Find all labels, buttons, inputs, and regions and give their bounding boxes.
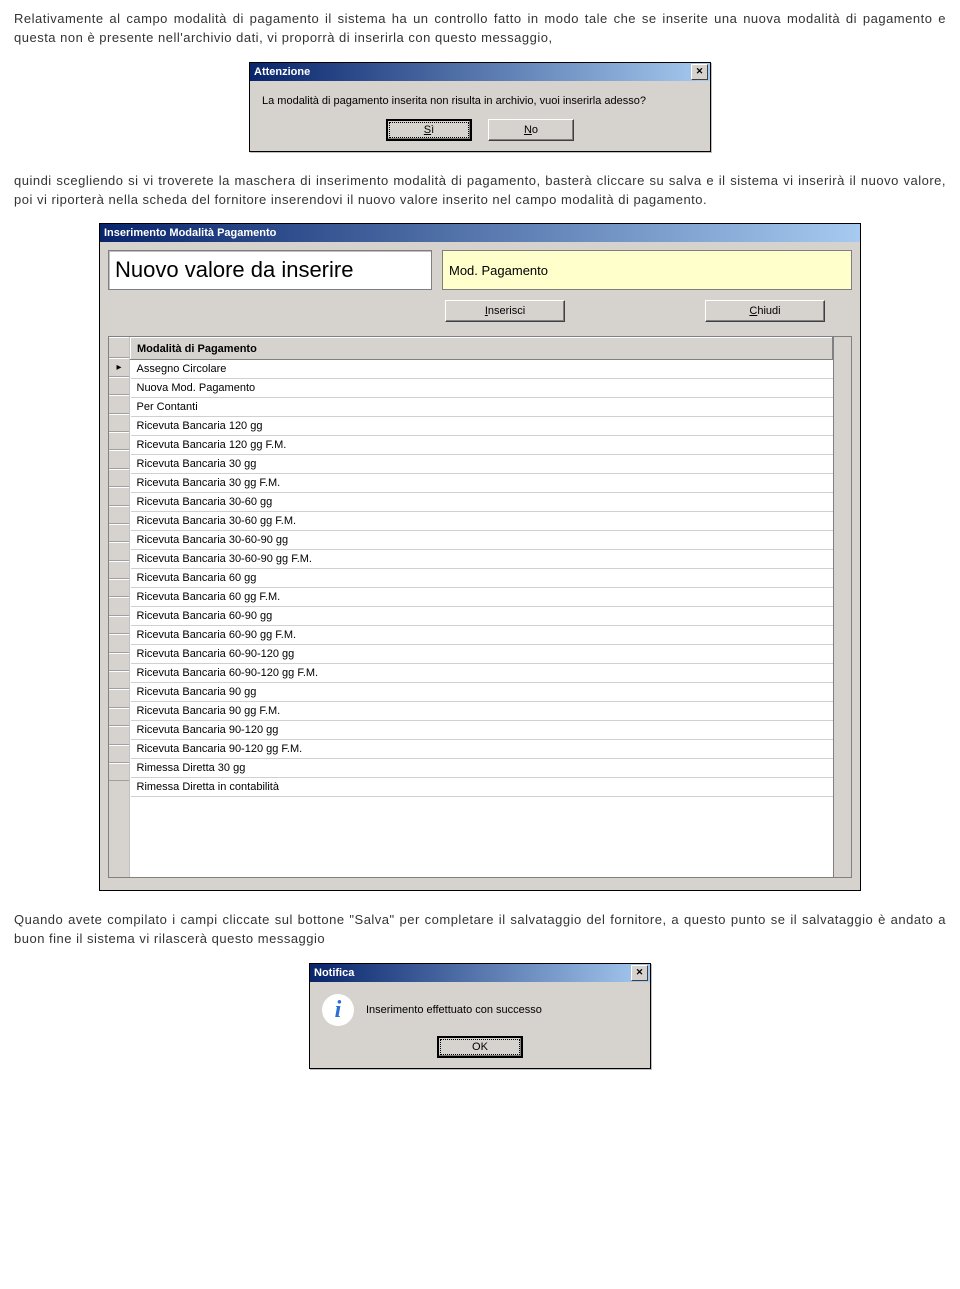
grid-header[interactable]: Modalità di Pagamento xyxy=(131,338,833,360)
close-icon[interactable]: ✕ xyxy=(691,64,708,80)
table-row[interactable]: Ricevuta Bancaria 60 gg F.M. xyxy=(131,588,833,607)
row-marker[interactable] xyxy=(109,432,129,450)
row-marker[interactable] xyxy=(109,469,129,487)
row-marker[interactable] xyxy=(109,689,129,707)
table-row[interactable]: Ricevuta Bancaria 30 gg F.M. xyxy=(131,474,833,493)
table-row[interactable]: Rimessa Diretta 30 gg xyxy=(131,759,833,778)
grid-cell[interactable]: Ricevuta Bancaria 30-60-90 gg xyxy=(131,531,833,550)
grid-cell[interactable]: Assegno Circolare xyxy=(131,360,833,379)
row-marker[interactable] xyxy=(109,653,129,671)
row-marker[interactable] xyxy=(109,377,129,395)
table-row[interactable]: Assegno Circolare xyxy=(131,360,833,379)
row-marker[interactable] xyxy=(109,579,129,597)
paragraph-1: Relativamente al campo modalità di pagam… xyxy=(14,10,946,48)
row-marker[interactable] xyxy=(109,634,129,652)
grid-cell[interactable]: Ricevuta Bancaria 30 gg F.M. xyxy=(131,474,833,493)
mod-pagamento-input[interactable]: Mod. Pagamento xyxy=(442,250,852,290)
nuovo-valore-label-field: Nuovo valore da inserire xyxy=(108,250,432,290)
grid-cell[interactable]: Ricevuta Bancaria 120 gg xyxy=(131,417,833,436)
table-row[interactable]: Ricevuta Bancaria 90 gg xyxy=(131,683,833,702)
grid-cell[interactable]: Ricevuta Bancaria 60-90 gg F.M. xyxy=(131,626,833,645)
table-row[interactable]: Ricevuta Bancaria 30-60 gg F.M. xyxy=(131,512,833,531)
table-row[interactable]: Ricevuta Bancaria 60-90-120 gg F.M. xyxy=(131,664,833,683)
close-icon[interactable]: ✕ xyxy=(631,965,648,981)
info-icon: i xyxy=(322,994,354,1026)
table-row[interactable]: Ricevuta Bancaria 60 gg xyxy=(131,569,833,588)
grid-cell[interactable]: Ricevuta Bancaria 90 gg xyxy=(131,683,833,702)
no-button[interactable]: No xyxy=(488,119,574,141)
grid-cell[interactable]: Ricevuta Bancaria 30 gg xyxy=(131,455,833,474)
row-marker[interactable] xyxy=(109,616,129,634)
table-row[interactable]: Ricevuta Bancaria 30-60-90 gg xyxy=(131,531,833,550)
row-marker[interactable] xyxy=(109,726,129,744)
table-row[interactable]: Ricevuta Bancaria 60-90-120 gg xyxy=(131,645,833,664)
table-row[interactable]: Per Contanti xyxy=(131,398,833,417)
table-row[interactable]: Ricevuta Bancaria 120 gg xyxy=(131,417,833,436)
si-button[interactable]: Sì xyxy=(386,119,472,141)
row-marker[interactable] xyxy=(109,450,129,468)
row-marker[interactable]: ▸ xyxy=(109,358,129,376)
row-marker[interactable] xyxy=(109,745,129,763)
grid-cell[interactable]: Ricevuta Bancaria 60 gg F.M. xyxy=(131,588,833,607)
dialog-title: Attenzione xyxy=(254,66,310,78)
table-row[interactable]: Ricevuta Bancaria 60-90 gg xyxy=(131,607,833,626)
titlebar-insmod[interactable]: Inserimento Modalità Pagamento xyxy=(100,224,860,242)
grid-cell[interactable]: Ricevuta Bancaria 60-90-120 gg xyxy=(131,645,833,664)
table-row[interactable]: Ricevuta Bancaria 60-90 gg F.M. xyxy=(131,626,833,645)
paragraph-2: quindi scegliendo si vi troverete la mas… xyxy=(14,172,946,210)
row-marker[interactable] xyxy=(109,395,129,413)
dialog-title: Notifica xyxy=(314,967,354,979)
scrollbar[interactable] xyxy=(833,337,851,877)
grid-cell[interactable]: Nuova Mod. Pagamento xyxy=(131,379,833,398)
paragraph-3: Quando avete compilato i campi cliccate … xyxy=(14,911,946,949)
grid-cell[interactable]: Rimessa Diretta 30 gg xyxy=(131,759,833,778)
table-row[interactable]: Ricevuta Bancaria 90-120 gg xyxy=(131,721,833,740)
table-row[interactable]: Ricevuta Bancaria 90 gg F.M. xyxy=(131,702,833,721)
row-marker[interactable] xyxy=(109,487,129,505)
table-row[interactable]: Nuova Mod. Pagamento xyxy=(131,379,833,398)
row-marker[interactable] xyxy=(109,542,129,560)
chiudi-button[interactable]: Chiudi xyxy=(705,300,825,322)
dialog-inserimento-modalita: Inserimento Modalità Pagamento Nuovo val… xyxy=(99,223,861,891)
table-row[interactable]: Ricevuta Bancaria 30-60-90 gg F.M. xyxy=(131,550,833,569)
grid-cell[interactable]: Rimessa Diretta in contabilità xyxy=(131,778,833,797)
grid-cell[interactable]: Ricevuta Bancaria 30-60 gg F.M. xyxy=(131,512,833,531)
dialog-text: La modalità di pagamento inserita non ri… xyxy=(250,81,710,115)
grid-cell[interactable]: Ricevuta Bancaria 90 gg F.M. xyxy=(131,702,833,721)
ok-button[interactable]: OK xyxy=(437,1036,523,1058)
grid-cell[interactable]: Ricevuta Bancaria 30-60 gg xyxy=(131,493,833,512)
titlebar-notifica[interactable]: Notifica ✕ xyxy=(310,964,650,982)
dialog-title: Inserimento Modalità Pagamento xyxy=(104,227,276,239)
table-row[interactable]: Ricevuta Bancaria 120 gg F.M. xyxy=(131,436,833,455)
grid-cell[interactable]: Ricevuta Bancaria 60-90-120 gg F.M. xyxy=(131,664,833,683)
inserisci-button[interactable]: Inserisci xyxy=(445,300,565,322)
row-marker[interactable] xyxy=(109,561,129,579)
row-marker[interactable] xyxy=(109,763,129,781)
row-marker[interactable] xyxy=(109,597,129,615)
table-row[interactable]: Ricevuta Bancaria 30 gg xyxy=(131,455,833,474)
grid-cell[interactable]: Ricevuta Bancaria 30-60-90 gg F.M. xyxy=(131,550,833,569)
row-marker[interactable] xyxy=(109,506,129,524)
dialog-notifica: Notifica ✕ i Inserimento effettuato con … xyxy=(309,963,651,1069)
grid-cell[interactable]: Per Contanti xyxy=(131,398,833,417)
row-marker[interactable] xyxy=(109,671,129,689)
grid-modalita-pagamento[interactable]: ▸ Modalità di Pagamento Assegno Circolar… xyxy=(108,336,852,878)
notifica-text: Inserimento effettuato con successo xyxy=(366,1004,542,1016)
table-row[interactable]: Rimessa Diretta in contabilità xyxy=(131,778,833,797)
row-marker[interactable] xyxy=(109,524,129,542)
grid-cell[interactable]: Ricevuta Bancaria 60-90 gg xyxy=(131,607,833,626)
grid-cell[interactable]: Ricevuta Bancaria 120 gg F.M. xyxy=(131,436,833,455)
table-row[interactable]: Ricevuta Bancaria 90-120 gg F.M. xyxy=(131,740,833,759)
grid-cell[interactable]: Ricevuta Bancaria 60 gg xyxy=(131,569,833,588)
grid-cell[interactable]: Ricevuta Bancaria 90-120 gg xyxy=(131,721,833,740)
table-row[interactable]: Ricevuta Bancaria 30-60 gg xyxy=(131,493,833,512)
grid-cell[interactable]: Ricevuta Bancaria 90-120 gg F.M. xyxy=(131,740,833,759)
titlebar-attenzione[interactable]: Attenzione ✕ xyxy=(250,63,710,81)
row-marker[interactable] xyxy=(109,708,129,726)
row-marker[interactable] xyxy=(109,414,129,432)
dialog-attenzione: Attenzione ✕ La modalità di pagamento in… xyxy=(249,62,711,152)
